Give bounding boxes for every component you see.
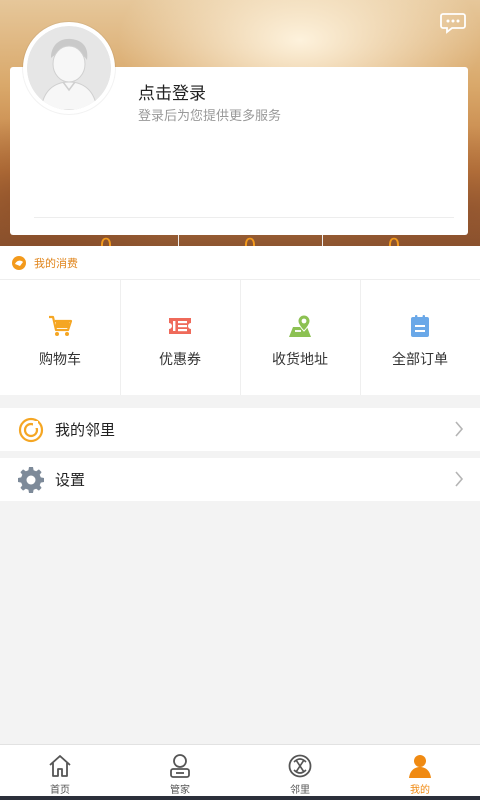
chevron-right-icon [455,471,464,487]
default-avatar-icon [27,26,111,110]
address-button[interactable]: 收货地址 [240,280,360,395]
grid-label: 收货地址 [272,352,328,368]
neighbors-ring-icon [18,417,44,442]
tab-neighbors[interactable]: 邻里 [240,745,360,800]
shopping-cart-button[interactable]: 购物车 [0,280,120,395]
message-icon[interactable] [440,12,466,34]
consumption-icon [12,255,26,270]
my-neighbors-row[interactable]: 我的邻里 [0,408,480,451]
butler-icon [170,754,190,778]
shopping-cart-icon [49,315,73,336]
all-orders-button[interactable]: 全部订单 [360,280,480,395]
consumption-section-header: 我的消费 [0,246,480,280]
orders-clipboard-icon [411,315,429,337]
tab-me[interactable]: 我的 [360,745,480,800]
login-title[interactable]: 点击登录 [138,79,206,104]
row-label: 设置 [55,471,86,489]
tab-butler[interactable]: 管家 [120,745,240,800]
address-pin-icon [289,314,311,337]
tab-label: 管家 [170,785,190,796]
system-nav-strip [0,796,480,800]
neighbors-icon [288,754,312,778]
settings-row[interactable]: 设置 [0,458,480,501]
row-label: 我的邻里 [55,421,116,439]
coupon-button[interactable]: 优惠券 [120,280,240,395]
home-icon [49,755,71,777]
grid-label: 优惠券 [159,352,201,368]
grid-label: 全部订单 [392,352,448,368]
consumption-grid: 购物车 优惠券 收货地址 全部订单 [0,280,480,395]
avatar[interactable] [23,22,115,114]
section-label: 我的消费 [34,256,78,270]
gear-icon [18,466,44,493]
bottom-tab-bar: 首页 管家 邻里 我的 [0,744,480,800]
card-divider [34,217,454,218]
grid-label: 购物车 [39,352,81,368]
tab-home[interactable]: 首页 [0,745,120,800]
login-subtitle: 登录后为您提供更多服务 [138,109,282,124]
tab-label: 邻里 [290,785,310,796]
coupon-icon [169,318,191,334]
tab-label: 首页 [50,785,70,796]
tab-label: 我的 [410,785,430,796]
me-icon [409,755,431,778]
chevron-right-icon [455,421,464,437]
